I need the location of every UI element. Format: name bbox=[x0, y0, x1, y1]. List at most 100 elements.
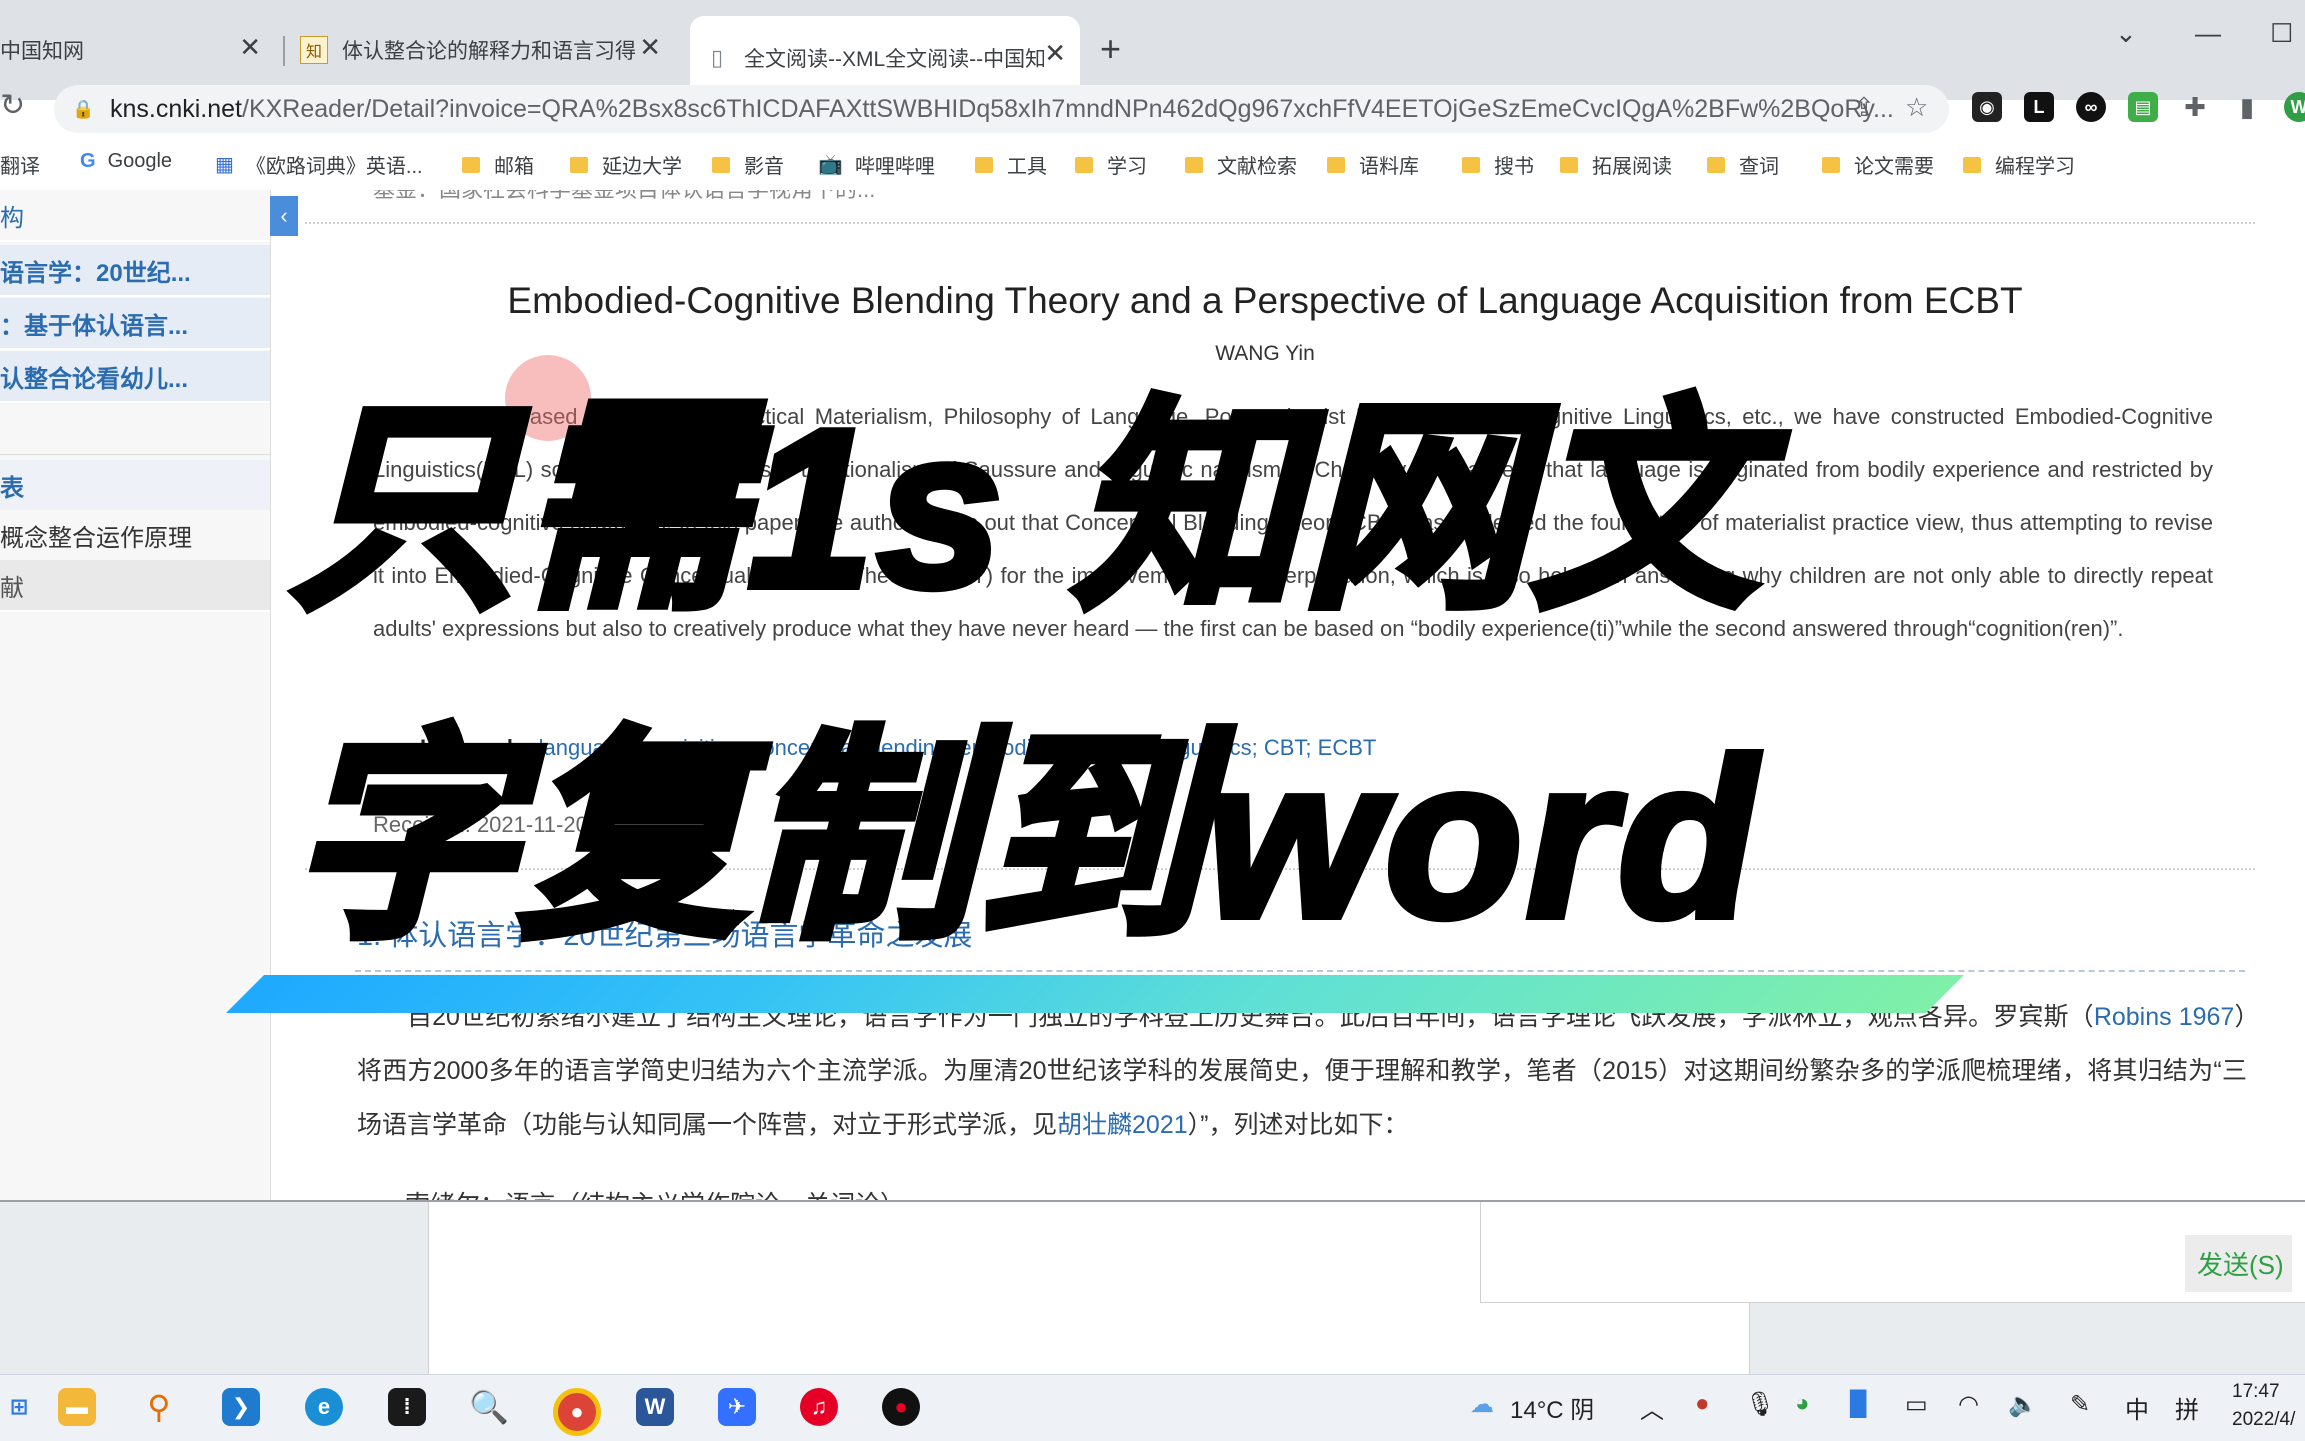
extension-icon[interactable]: ◉ bbox=[1972, 92, 2002, 122]
extension-icon[interactable]: L bbox=[2024, 92, 2054, 122]
outline-item[interactable]: 献 bbox=[0, 560, 270, 612]
outline-item[interactable]: ：基于体认语言... bbox=[0, 298, 270, 350]
bookmark-folder[interactable]: 文献检索 bbox=[1185, 150, 1297, 179]
bookmark-folder[interactable]: 工具 bbox=[975, 150, 1047, 179]
outline-item[interactable] bbox=[0, 404, 270, 455]
outline-item[interactable]: 构 bbox=[0, 190, 270, 242]
clock-date: 2022/4/ bbox=[2232, 1409, 2296, 1430]
bookmark-bilibili[interactable]: 📺 哔哩哔哩 bbox=[818, 150, 935, 179]
volume-icon[interactable]: 🔈 bbox=[2008, 1390, 2038, 1419]
folder-icon bbox=[712, 156, 730, 173]
search-icon[interactable]: 🔍 bbox=[469, 1388, 509, 1426]
app-tray-icon[interactable]: ▉ bbox=[1850, 1390, 1868, 1419]
puzzle-icon[interactable]: ✚ bbox=[2180, 92, 2210, 122]
extension-icon[interactable]: ∞ bbox=[2076, 92, 2106, 122]
bookmark-google[interactable]: G Google bbox=[80, 150, 172, 173]
maximize-button[interactable]: ☐ bbox=[2270, 18, 2293, 49]
feishu-icon[interactable]: ✈ bbox=[718, 1388, 756, 1426]
citation-link[interactable]: Robins 1967 bbox=[2094, 1003, 2235, 1031]
ime-mode[interactable]: 拼 bbox=[2175, 1390, 2199, 1425]
overlay-headline: 只需1s 知网文 bbox=[286, 378, 1760, 638]
outline-sidebar: 构 语言学：20世纪... ：基于体认语言... 认整合论看幼儿... 表 概念… bbox=[0, 190, 271, 1200]
ime-language[interactable]: 中 bbox=[2125, 1390, 2149, 1425]
article-title: Embodied-Cognitive Blending Theory and a… bbox=[507, 280, 2023, 321]
edge-icon[interactable]: e bbox=[305, 1388, 343, 1426]
folder-icon bbox=[1707, 156, 1725, 173]
bookmark-folder[interactable]: 延边大学 bbox=[570, 150, 682, 179]
funding-line: 基金：国家社会科学基金项目体认语言学视角下的... bbox=[373, 190, 875, 204]
clock[interactable]: 17:47 2022/4/ bbox=[2232, 1378, 2295, 1434]
outline-item[interactable]: 表 bbox=[0, 460, 270, 512]
wifi-icon[interactable]: ◠ bbox=[1958, 1390, 1979, 1419]
sidepanel-icon[interactable]: ▮ bbox=[2232, 92, 2262, 122]
share-icon[interactable]: ⇪ bbox=[1853, 92, 1875, 123]
url-text: kns.cnki.net/KXReader/Detail?invoice=QRA… bbox=[110, 94, 1894, 123]
body-paragraph: 自20世纪初索绪尔建立了结构主义理论，语言学作为一门独立的学科登上历史舞台。此后… bbox=[357, 1003, 2247, 1139]
clock-time: 17:47 bbox=[2232, 1381, 2280, 1402]
tab-title: 全文阅读--XML全文阅读--中国知 bbox=[744, 48, 1044, 71]
outline-item[interactable]: 语言学：20世纪... bbox=[0, 245, 270, 297]
minimize-button[interactable]: — bbox=[2195, 18, 2221, 49]
folder-icon bbox=[1963, 156, 1981, 173]
bookmark-eudic[interactable]: ▦ 《欧路词典》英语... bbox=[215, 150, 423, 179]
address-bar[interactable]: 🔒 kns.cnki.net/KXReader/Detail?invoice=Q… bbox=[54, 85, 1949, 133]
collapse-sidebar-button[interactable]: ‹ bbox=[270, 196, 298, 236]
divider bbox=[305, 222, 2255, 224]
weather-text[interactable]: 14°C 阴 bbox=[1510, 1390, 1594, 1425]
lock-icon: 🔒 bbox=[72, 98, 95, 119]
bookmark-folder[interactable]: 邮箱 bbox=[462, 150, 534, 179]
extension-icon[interactable]: ▤ bbox=[2128, 92, 2158, 122]
search-app-icon[interactable]: ⚲ bbox=[140, 1388, 178, 1426]
record-icon[interactable]: ● bbox=[1695, 1390, 1710, 1418]
netease-music-icon[interactable]: ♫ bbox=[800, 1388, 838, 1426]
bookmark-folder[interactable]: 影音 bbox=[712, 150, 784, 179]
close-icon[interactable]: ✕ bbox=[639, 32, 661, 63]
bookmark-folder[interactable]: 拓展阅读 bbox=[1560, 150, 1672, 179]
wechat-icon[interactable]: ◕ bbox=[1795, 1390, 1810, 1418]
folder-icon bbox=[1327, 156, 1345, 173]
send-button[interactable]: 发送(S) bbox=[2185, 1235, 2292, 1292]
folder-icon bbox=[1462, 156, 1480, 173]
folder-icon bbox=[1560, 156, 1578, 173]
new-tab-button[interactable]: + bbox=[1100, 28, 1121, 70]
tab-title: 中国知网 bbox=[0, 40, 84, 63]
folder-icon bbox=[462, 156, 480, 173]
close-icon[interactable]: ✕ bbox=[239, 32, 261, 63]
folder-icon bbox=[1185, 156, 1203, 173]
word-icon[interactable]: W bbox=[636, 1388, 674, 1426]
overlay-headline: 字复制到word bbox=[286, 708, 1760, 968]
tab-search-icon[interactable]: ⌄ bbox=[2115, 18, 2137, 49]
outline-item[interactable]: 概念整合运作原理 bbox=[0, 510, 270, 562]
close-icon[interactable]: ✕ bbox=[1044, 38, 1066, 69]
citation-link[interactable]: 胡壮麟2021 bbox=[1057, 1111, 1188, 1139]
battery-icon[interactable]: ▭ bbox=[1905, 1390, 1928, 1419]
outline-item[interactable]: 认整合论看幼儿... bbox=[0, 351, 270, 403]
pen-icon[interactable]: ✎ bbox=[2070, 1390, 2090, 1419]
weather-icon[interactable]: ☁ bbox=[1470, 1390, 1494, 1419]
start-icon[interactable]: ⊞ bbox=[0, 1388, 38, 1426]
bookmark-folder[interactable]: 语料库 bbox=[1327, 150, 1419, 179]
google-icon: G bbox=[80, 150, 96, 172]
bookmark-folder[interactable]: 编程学习 bbox=[1963, 150, 2075, 179]
bookmark-folder[interactable]: 论文需要 bbox=[1822, 150, 1934, 179]
zhi-icon: 知 bbox=[300, 36, 328, 64]
app-icon[interactable]: ⁞ bbox=[388, 1388, 426, 1426]
bookmark-translate[interactable]: 翻译 bbox=[0, 150, 40, 179]
doc-icon: ▯ bbox=[710, 45, 724, 70]
tab-cnki[interactable]: 中国知网 ✕ bbox=[0, 18, 275, 82]
chevron-up-icon[interactable]: ︿ bbox=[1640, 1390, 1664, 1425]
microphone-icon[interactable]: 🎙 bbox=[1745, 1390, 1775, 1419]
bookmark-folder[interactable]: 搜书 bbox=[1462, 150, 1534, 179]
vscode-icon[interactable]: ❯ bbox=[222, 1388, 260, 1426]
tab-article[interactable]: 知 体认整合论的解释力和语言习得 ✕ bbox=[300, 18, 675, 82]
bookmark-folder[interactable]: 查词 bbox=[1707, 150, 1779, 179]
recorder-icon[interactable]: ● bbox=[882, 1388, 920, 1426]
chat-panel bbox=[1480, 1202, 2305, 1303]
reload-icon[interactable]: ↻ bbox=[0, 88, 25, 123]
folder-icon bbox=[570, 156, 588, 173]
bookmark-folder[interactable]: 学习 bbox=[1075, 150, 1147, 179]
chrome-icon[interactable]: ● bbox=[553, 1388, 601, 1436]
file-explorer-icon[interactable]: ▬ bbox=[58, 1388, 96, 1426]
star-icon[interactable]: ☆ bbox=[1905, 92, 1928, 123]
tab-separator bbox=[283, 36, 285, 66]
